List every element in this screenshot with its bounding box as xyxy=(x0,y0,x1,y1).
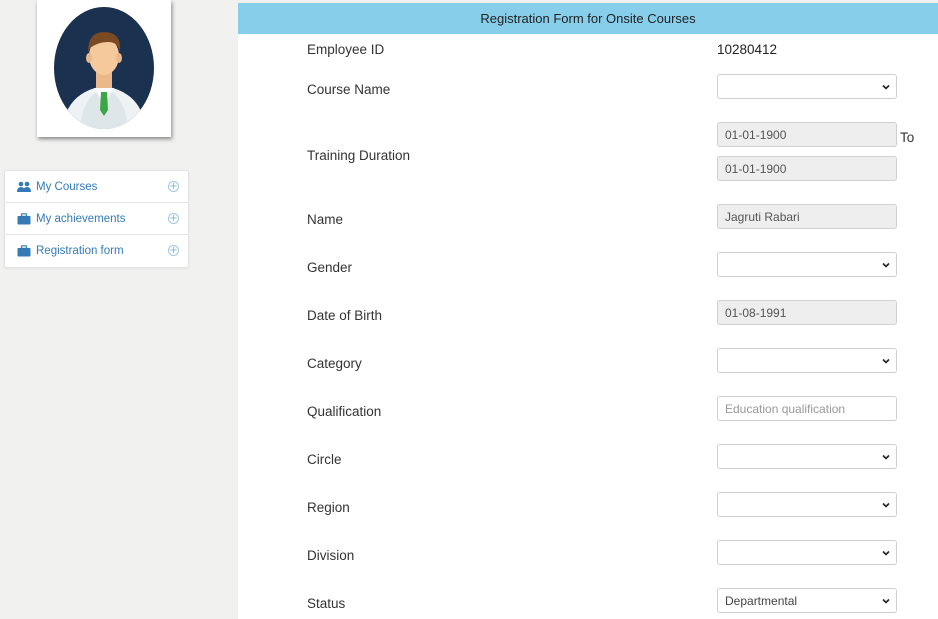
name-field[interactable]: Jagruti Rabari xyxy=(717,204,897,229)
training-to-field[interactable]: 01-01-1900 xyxy=(717,156,897,181)
sidebar-item-my-courses[interactable]: My Courses + xyxy=(5,171,188,203)
division-label: Division xyxy=(307,548,355,563)
dob-field[interactable]: 01-08-1991 xyxy=(717,300,897,325)
profile-photo-card xyxy=(37,0,171,137)
category-select[interactable] xyxy=(717,348,897,373)
course-name-label: Course Name xyxy=(307,82,391,97)
avatar xyxy=(54,7,154,129)
expand-plus-icon: + xyxy=(168,213,179,224)
circle-select[interactable] xyxy=(717,444,897,469)
division-select[interactable] xyxy=(717,540,897,565)
registration-form-panel: Registration Form for Onsite Courses Emp… xyxy=(238,3,938,619)
sidebar-item-label: Registration form xyxy=(36,245,124,257)
users-icon xyxy=(17,181,31,193)
region-select[interactable] xyxy=(717,492,897,517)
employee-id-value: 10280412 xyxy=(717,42,778,57)
training-from-field[interactable]: 01-01-1900 xyxy=(717,122,897,147)
expand-plus-icon: + xyxy=(168,245,179,256)
sidebar-item-registration-form[interactable]: Registration form + xyxy=(5,235,188,267)
chevron-down-icon xyxy=(882,454,890,460)
chevron-down-icon xyxy=(882,358,890,364)
employee-id-label: Employee ID xyxy=(307,42,385,57)
qualification-input[interactable]: Education qualification xyxy=(717,396,897,421)
status-label: Status xyxy=(307,596,346,611)
left-column: My Courses + My achievements + Registrat… xyxy=(0,0,232,619)
dob-label: Date of Birth xyxy=(307,308,383,323)
sidebar-item-label: My achievements xyxy=(36,212,126,225)
sidebar-item-label: My Courses xyxy=(36,180,98,193)
chevron-down-icon xyxy=(882,550,890,556)
briefcase-icon xyxy=(17,212,31,225)
gender-select[interactable] xyxy=(717,252,897,277)
status-select[interactable]: Departmental xyxy=(717,588,897,613)
status-selected: Departmental xyxy=(725,593,798,608)
chevron-down-icon xyxy=(882,502,890,508)
chevron-down-icon xyxy=(882,598,890,604)
chevron-down-icon xyxy=(882,84,890,90)
form-title: Registration Form for Onsite Courses xyxy=(238,3,938,34)
course-name-select[interactable] xyxy=(717,74,897,99)
training-to-label: To xyxy=(900,130,915,145)
qualification-label: Qualification xyxy=(307,404,382,419)
sidebar-menu: My Courses + My achievements + Registrat… xyxy=(4,170,189,268)
gender-label: Gender xyxy=(307,260,353,275)
expand-plus-icon: + xyxy=(168,181,179,192)
chevron-down-icon xyxy=(882,262,890,268)
category-label: Category xyxy=(307,356,362,371)
name-label: Name xyxy=(307,212,344,227)
training-duration-label: Training Duration xyxy=(307,148,411,163)
circle-label: Circle xyxy=(307,452,342,467)
sidebar-item-my-achievements[interactable]: My achievements + xyxy=(5,203,188,235)
briefcase-icon xyxy=(17,245,31,257)
region-label: Region xyxy=(307,500,350,515)
